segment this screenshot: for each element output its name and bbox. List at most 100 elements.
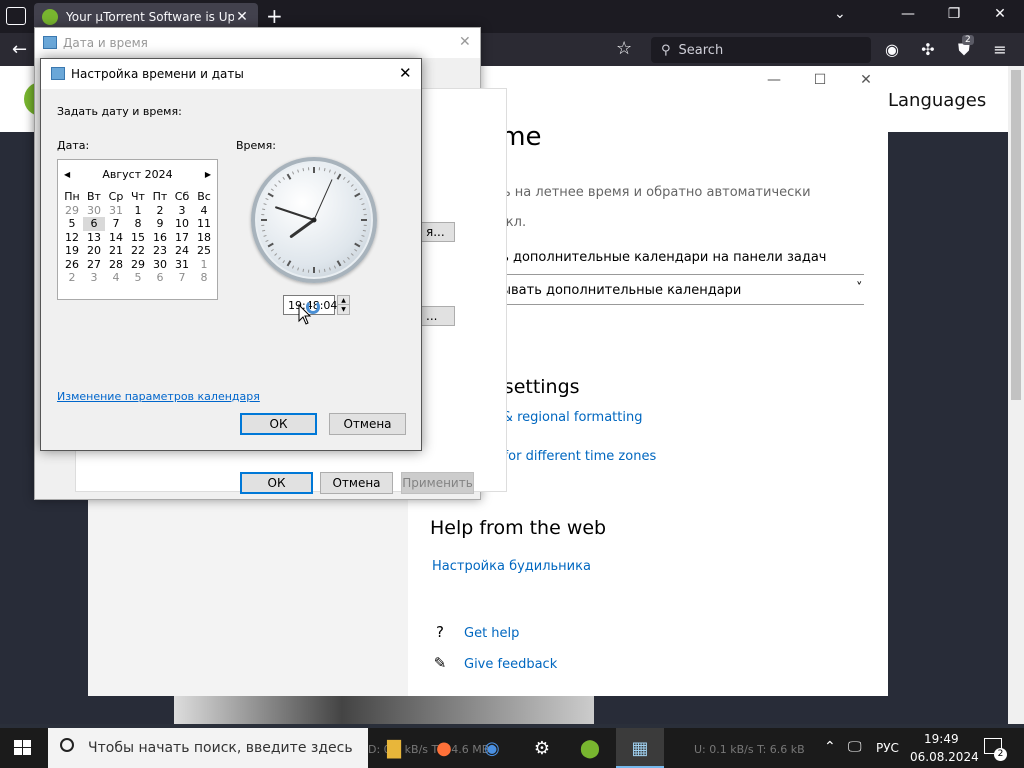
calendar-day[interactable]: 29 (127, 258, 149, 272)
get-help-link[interactable]: Get help (464, 626, 519, 641)
calendar-day[interactable]: 28 (105, 258, 127, 272)
languages-link[interactable]: Languages (888, 90, 986, 111)
calendar-day[interactable]: 30 (83, 204, 105, 218)
calendar-day[interactable]: 3 (83, 271, 105, 285)
calendar-day[interactable]: 21 (105, 244, 127, 258)
chrome-icon[interactable]: ◉ (478, 734, 506, 762)
calendar-day[interactable]: 1 (127, 204, 149, 218)
calendar-day[interactable]: 27 (83, 258, 105, 272)
close-icon[interactable]: ✕ (459, 34, 471, 50)
tab-close-icon[interactable]: ✕ (234, 9, 250, 25)
search-input[interactable]: ⚲ Search (651, 37, 871, 63)
calendar-day[interactable]: 18 (193, 231, 215, 245)
calendar-day[interactable]: 11 (193, 217, 215, 231)
bookmark-star-icon[interactable]: ☆ (616, 38, 632, 59)
extensions-icon[interactable]: ✣ (918, 40, 938, 59)
cancel-button[interactable]: Отмена (329, 413, 406, 435)
cancel-button[interactable]: Отмена (320, 472, 393, 494)
account-icon[interactable]: ◉ (882, 40, 902, 59)
extra-calendars-dropdown[interactable]: казывать дополнительные календари (478, 283, 741, 298)
calendar-day[interactable]: 5 (127, 271, 149, 285)
taskbar-search-input[interactable]: Чтобы начать поиск, введите здесь (48, 728, 368, 768)
ok-button[interactable]: ОК (240, 472, 313, 494)
calendar-day[interactable]: 24 (171, 244, 193, 258)
calendar-day[interactable]: 30 (149, 258, 171, 272)
show-hidden-icons-icon[interactable]: ⌃ (824, 739, 836, 755)
close-icon[interactable]: ✕ (399, 64, 412, 82)
file-explorer-icon[interactable]: ▇ (380, 734, 408, 762)
calendar-day[interactable]: 19 (61, 244, 83, 258)
change-timezone-button[interactable]: ... (421, 306, 455, 326)
calendar-day[interactable]: 31 (105, 204, 127, 218)
scrollbar-thumb[interactable] (1011, 70, 1021, 400)
calendar-day[interactable]: 22 (127, 244, 149, 258)
back-arrow-icon[interactable]: ← (12, 39, 27, 60)
calendar-day[interactable]: 4 (105, 271, 127, 285)
minimize-icon[interactable]: — (898, 6, 918, 22)
apply-button[interactable]: Применить (401, 472, 474, 494)
settings-minimize-icon[interactable]: — (764, 72, 784, 88)
calendar-day[interactable]: 15 (127, 231, 149, 245)
calendar-day[interactable]: 3 (171, 204, 193, 218)
calendar-day[interactable]: 10 (171, 217, 193, 231)
clock-date[interactable]: 06.08.2024 (910, 750, 979, 764)
calendar-month-year[interactable]: Август 2024 (102, 168, 172, 181)
calendar-day[interactable]: 4 (193, 204, 215, 218)
change-date-button[interactable]: я... (421, 222, 455, 242)
give-feedback-link[interactable]: Give feedback (464, 657, 557, 672)
utorrent-icon[interactable]: ⬤ (576, 734, 604, 762)
calendar-day[interactable]: 29 (61, 204, 83, 218)
calendar-day[interactable]: 23 (149, 244, 171, 258)
firefox-icon[interactable]: ● (430, 734, 458, 762)
calendar-day[interactable]: 8 (193, 271, 215, 285)
day-of-week-header: Вс (197, 190, 211, 203)
tabs-dropdown-icon[interactable]: ⌄ (834, 6, 846, 22)
settings-gear-icon[interactable]: ⚙ (528, 734, 556, 762)
settings-close-icon[interactable]: ✕ (856, 72, 876, 88)
clock-minute-tick (282, 260, 286, 264)
alarm-link[interactable]: Настройка будильника (432, 559, 591, 574)
new-tab-button[interactable]: + (266, 4, 283, 28)
calendar-day[interactable]: 13 (83, 231, 105, 245)
subtitle: Задать дату и время: (57, 105, 182, 118)
settings-maximize-icon[interactable]: ☐ (810, 72, 830, 88)
date-time-control-panel-icon[interactable]: ▦ (626, 734, 654, 762)
clock-minute-tick (347, 180, 350, 184)
calendar-day[interactable]: 20 (83, 244, 105, 258)
time-spinner[interactable]: ▲ ▼ (337, 295, 350, 315)
prev-month-icon[interactable]: ◀ (64, 170, 70, 179)
clock-minute-tick (274, 184, 278, 187)
calendar-day[interactable]: 7 (171, 271, 193, 285)
calendar-day[interactable]: 12 (61, 231, 83, 245)
calendar-day[interactable]: 31 (171, 258, 193, 272)
calendar-day[interactable]: 7 (105, 217, 127, 231)
network-icon[interactable]: 🖵 (848, 739, 862, 755)
day-of-week-header: Пн (64, 190, 80, 203)
calendar-day[interactable]: 6 (83, 217, 105, 231)
restore-icon[interactable]: ❐ (944, 6, 964, 22)
calendar-day[interactable]: 17 (171, 231, 193, 245)
calendar-day[interactable]: 16 (149, 231, 171, 245)
ok-button[interactable]: ОК (240, 413, 317, 435)
calendar-day[interactable]: 5 (61, 217, 83, 231)
calendar-day[interactable]: 6 (149, 271, 171, 285)
calendar-day[interactable]: 2 (149, 204, 171, 218)
menu-icon[interactable]: ≡ (990, 40, 1010, 59)
calendar-day[interactable]: 26 (61, 258, 83, 272)
start-windows-icon[interactable] (14, 740, 32, 756)
list-all-tabs-icon[interactable] (6, 7, 26, 25)
change-calendar-settings-link[interactable]: Изменение параметров календаря (57, 390, 260, 403)
calendar-day[interactable]: 1 (193, 258, 215, 272)
calendar-day[interactable]: 14 (105, 231, 127, 245)
spin-down-icon[interactable]: ▼ (338, 305, 349, 314)
clock-time[interactable]: 19:49 (924, 732, 959, 746)
input-language[interactable]: РУС (876, 741, 899, 755)
calendar-day[interactable]: 8 (127, 217, 149, 231)
calendar-day[interactable]: 2 (61, 271, 83, 285)
help-heading: Help from the web (430, 517, 607, 539)
next-month-icon[interactable]: ▶ (205, 170, 211, 179)
close-window-icon[interactable]: ✕ (990, 6, 1010, 22)
calendar-day[interactable]: 9 (149, 217, 171, 231)
calendar-day[interactable]: 25 (193, 244, 215, 258)
spin-up-icon[interactable]: ▲ (338, 296, 349, 305)
